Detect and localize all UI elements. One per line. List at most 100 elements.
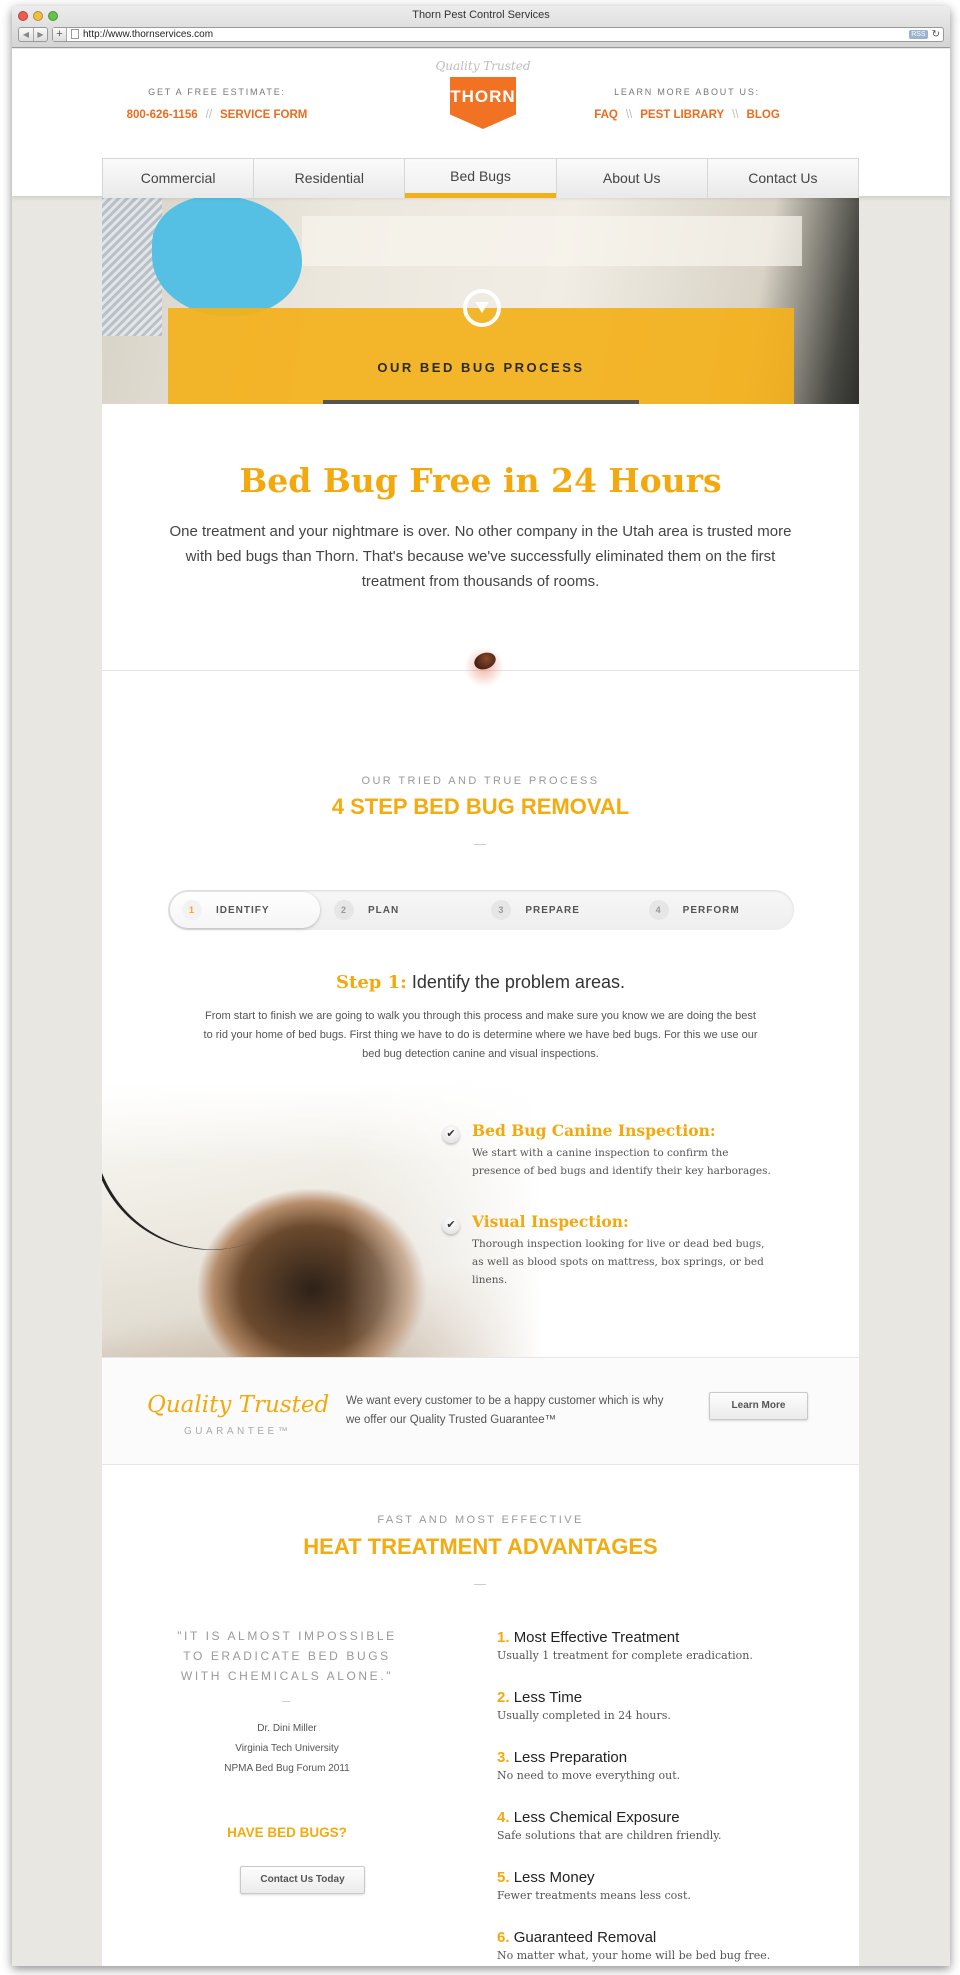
advantage-text: Safe solutions that are children friendl… [497,1829,722,1842]
guarantee-script: Quality Trusted [147,1392,330,1418]
step-label: PERFORM [682,904,740,916]
feature-text: Thorough inspection looking for live or … [472,1238,765,1286]
advantage-title: Less Money [513,1869,595,1886]
advantage-text: Usually completed in 24 hours. [497,1709,671,1722]
check-icon: ✔ [442,1125,460,1143]
advantage-title: Less Chemical Exposure [513,1809,680,1826]
rss-button[interactable]: RSS [909,29,928,39]
faq-link[interactable]: FAQ [594,109,618,121]
separator: \\ [625,109,633,121]
phone-link[interactable]: 800-626-1156 [127,109,198,121]
advantage-number: 4. [497,1809,510,1826]
guarantee-text: We want every customer to be a happy cus… [346,1395,664,1426]
advantages-kicker: FAST AND MOST EFFECTIVE [377,1514,584,1526]
advantage-item: 6. Guaranteed Removal No matter what, yo… [497,1929,827,1962]
advantage-title: Less Time [513,1689,583,1706]
hero-title: OUR BED BUG PROCESS [377,360,585,375]
estimate-block: GET A FREE ESTIMATE: 800-626-1156 // SERVI… [102,87,332,121]
main-content: OUR BED BUG PROCESS Bed Bug Free in 24 H… [102,49,859,1966]
separator: // [205,109,213,121]
forward-button[interactable]: ▶ [33,27,47,41]
process-kicker: OUR TRIED AND TRUE PROCESS [361,775,600,787]
advantage-item: 2. Less Time Usually completed in 24 hou… [497,1689,827,1722]
step-number: 2 [334,900,354,920]
step-tab-perform[interactable]: 4 PERFORM [637,890,794,930]
nav-about-us[interactable]: About Us [556,159,708,198]
blog-link[interactable]: BLOG [747,109,780,121]
advantage-item: 5. Less Money Fewer treatments means les… [497,1869,827,1902]
hero-progress-bar [323,400,639,404]
title-dash [474,844,486,845]
nav-contact-us[interactable]: Contact Us [707,159,859,198]
expert-quote: "IT IS ALMOST IMPOSSIBLE TO ERADICATE BE… [177,1629,397,1683]
browser-toolbar: ◀ ▶ + http://www.thornservices.com RSS ↻ [18,25,944,43]
quote-attribution: Dr. Dini Miller Virginia Tech University… [177,1719,397,1779]
feature-visual: ✔ Visual Inspection: Thorough inspection… [442,1212,772,1289]
pest-library-link[interactable]: PEST LIBRARY [640,109,724,121]
attrib-name: Dr. Dini Miller [257,1723,317,1734]
step-description: From start to finish we are going to wal… [203,1010,758,1060]
logo-badge: THORN [450,77,516,129]
step-tab-prepare[interactable]: 3 PREPARE [479,890,636,930]
page-icon [71,29,79,39]
advantage-number: 6. [497,1929,510,1946]
down-arrow-icon[interactable] [463,289,501,327]
advantage-title: Less Preparation [513,1749,628,1766]
service-form-link[interactable]: SERVICE FORM [220,109,307,121]
advantage-text: No matter what, your home will be bed bu… [497,1949,771,1962]
attrib-event: NPMA Bed Bug Forum 2011 [224,1763,350,1774]
feature-title: Visual Inspection: [472,1212,629,1231]
step-number: 1 [182,900,202,920]
back-button[interactable]: ◀ [19,28,33,41]
logo-tagline: Quality Trusted [435,59,531,73]
main-nav: Commercial Residential Bed Bugs About Us… [102,158,859,198]
about-label: LEARN MORE ABOUT US: [614,87,760,97]
step-tab-identify[interactable]: 1 IDENTIFY [170,892,320,928]
window-title: Thorn Pest Control Services [412,9,550,21]
feature-canine: ✔ Bed Bug Canine Inspection: We start wi… [442,1121,772,1180]
hero-photo-glove [152,196,302,316]
advantage-item: 3. Less Preparation No need to move ever… [497,1749,827,1782]
advantage-text: Usually 1 treatment for complete eradica… [497,1649,753,1662]
separator: \\ [732,109,739,121]
thorn-logo[interactable]: Quality Trusted THORN [428,59,538,129]
step-heading-accent: Step 1: [336,972,407,993]
add-bookmark-button[interactable]: + [53,27,67,41]
reload-icon[interactable]: ↻ [932,29,940,40]
intro-text: One treatment and your nightmare is over… [169,523,792,590]
feature-title: Bed Bug Canine Inspection: [472,1121,716,1140]
step-tab-plan[interactable]: 2 PLAN [322,890,479,930]
step-number: 3 [491,900,512,920]
advantage-item: 4. Less Chemical Exposure Safe solutions… [497,1809,827,1842]
guarantee-banner: Quality Trusted GUARANTEE™ We want every… [102,1357,859,1465]
about-block: LEARN MORE ABOUT US: FAQ \\ PEST LIBRARY \\… [572,87,802,121]
step-heading: Step 1: Identify the problem areas. [102,972,859,993]
address-bar[interactable]: + http://www.thornservices.com RSS ↻ [52,26,944,42]
hero-photo-mattress [302,216,802,266]
contact-us-today-button[interactable]: Contact Us Today [240,1866,365,1894]
browser-window: Thorn Pest Control Services ◀ ▶ + http:/… [12,6,950,1966]
nav-bed-bugs[interactable]: Bed Bugs [405,159,557,198]
step-heading-text: Identify the problem areas. [411,972,625,992]
feature-text: We start with a canine inspection to con… [472,1147,771,1177]
history-buttons: ◀ ▶ [18,26,48,42]
advantage-number: 2. [497,1689,510,1706]
estimate-label: GET A FREE ESTIMATE: [148,87,286,97]
advantage-item: 1. Most Effective Treatment Usually 1 tr… [497,1629,827,1662]
learn-more-button[interactable]: Learn More [709,1392,808,1420]
advantage-number: 3. [497,1749,510,1766]
url-input[interactable]: http://www.thornservices.com [83,29,909,40]
nav-residential[interactable]: Residential [254,159,406,198]
nav-commercial[interactable]: Commercial [103,159,255,198]
step-label: PREPARE [525,904,580,916]
quote-dash [282,1701,290,1702]
advantage-title: Most Effective Treatment [513,1629,680,1646]
browser-titlebar: Thorn Pest Control Services ◀ ▶ + http:/… [12,6,950,48]
intro-title: Bed Bug Free in 24 Hours [239,461,722,500]
step-label: IDENTIFY [216,904,270,916]
inspection-section: ✔ Bed Bug Canine Inspection: We start wi… [102,1079,859,1357]
advantage-title: Guaranteed Removal [513,1929,657,1946]
advantages-title: HEAT TREATMENT ADVANTAGES [303,1534,658,1559]
advantage-text: No need to move everything out. [497,1769,681,1782]
bed-bug-icon [464,643,504,687]
